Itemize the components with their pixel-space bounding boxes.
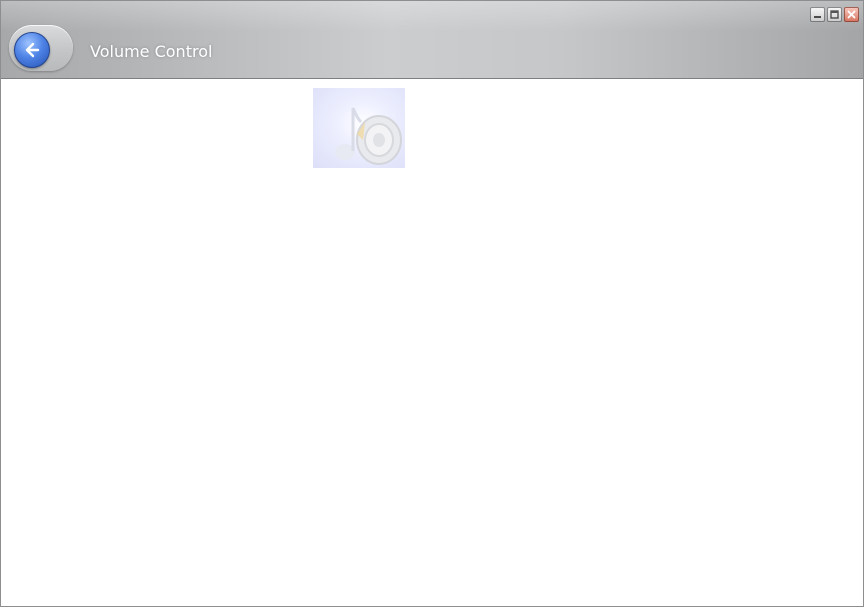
maximize-button[interactable] <box>827 7 842 22</box>
back-arrow-icon <box>25 42 40 58</box>
minimize-button[interactable] <box>810 7 825 22</box>
close-button[interactable] <box>844 7 859 22</box>
speaker-music-note-icon <box>335 107 402 165</box>
minimize-icon <box>814 16 821 18</box>
speaker-icon-tile <box>313 88 405 168</box>
content-area <box>1 79 863 606</box>
close-icon <box>847 10 856 19</box>
window-title: Volume Control <box>90 42 213 61</box>
volume-control-window: Volume Control <box>0 0 864 607</box>
title-bar: Volume Control <box>1 1 863 79</box>
caption-buttons <box>810 7 859 22</box>
back-button[interactable] <box>14 32 50 68</box>
maximize-icon <box>830 10 839 19</box>
